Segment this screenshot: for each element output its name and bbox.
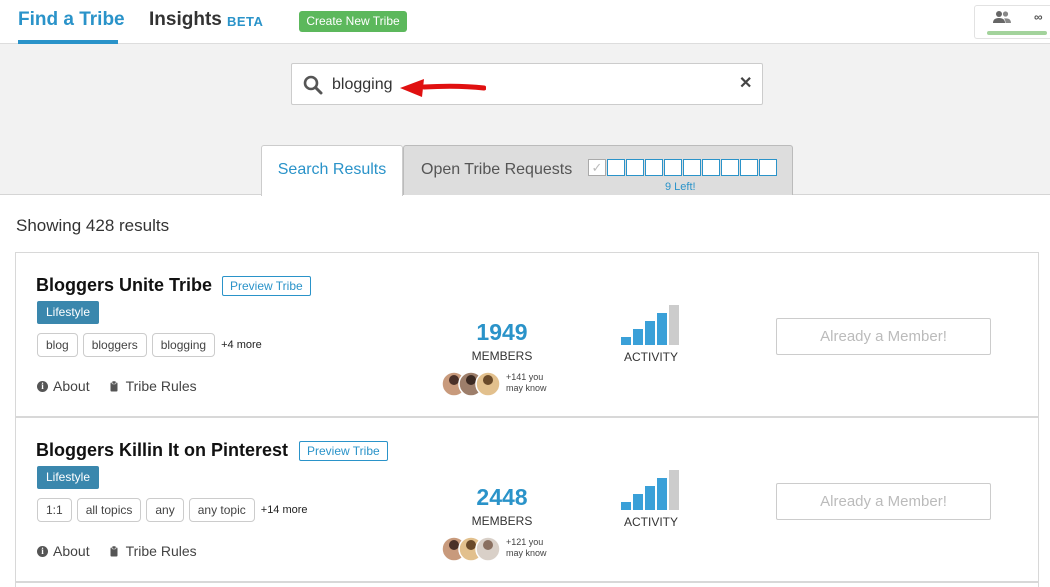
results-count: Showing 428 results [16,216,170,235]
request-slots: ✓ [588,159,778,176]
tag[interactable]: bloggers [82,333,147,357]
activity-bar-active [657,313,667,345]
about-link[interactable]: i About [37,543,90,559]
close-icon[interactable]: ✕ [739,73,752,93]
tag[interactable]: any topic [188,498,255,522]
tab-requests-label: Open Tribe Requests [421,161,573,178]
activity-bar-active [621,337,631,345]
tribe-name: Bloggers Unite Tribe [36,275,213,295]
activity-bars-icon [621,470,679,510]
tribe-links: i About Tribe Rules [37,378,217,394]
tribe-power-widget[interactable]: ∞ [974,5,1050,39]
activity-bars-icon [621,305,679,345]
tag[interactable]: 1:1 [37,498,72,522]
tag-list: 1:1 all topics any any topic +14 more [37,498,308,522]
request-slot-used: ✓ [588,159,606,176]
mutual-members-text[interactable]: +141 you may know [506,372,547,394]
tribe-rules-link[interactable]: Tribe Rules [110,378,197,394]
tribe-rules-label: Tribe Rules [125,378,197,394]
search-input[interactable] [332,73,712,97]
active-tab-underline [18,40,118,44]
member-avatars [442,536,501,562]
group-icon [993,11,1011,23]
request-slot [702,159,720,176]
members-count: 2448 [476,484,528,510]
more-tags-link[interactable]: +14 more [261,504,308,516]
activity-bar-active [645,486,655,510]
tab-open-tribe-requests[interactable]: Open Tribe Requests ✓ 9 Left! [403,145,793,195]
clipboard-icon [110,380,118,391]
activity-bar-active [657,478,667,510]
top-nav-bar: Find a Tribe Insights BETA Create New Tr… [0,0,1050,44]
tribe-rules-link[interactable]: Tribe Rules [110,543,197,559]
tag[interactable]: any [146,498,184,522]
request-slot [759,159,777,176]
nav-tab-insights[interactable]: Insights [149,9,222,31]
members-label: MEMBERS [471,514,533,528]
already-member-button[interactable]: Already a Member! [776,483,991,520]
members-count: 1949 [476,319,528,345]
request-slot [683,159,701,176]
activity-bar-active [645,321,655,345]
activity-label: ACTIVITY [623,515,678,529]
activity-bar-active [621,502,631,510]
nav-tab-find-a-tribe[interactable]: Find a Tribe [18,9,125,31]
tribe-card: Bloggers Unite Tribe Preview Tribe Lifes… [15,252,1039,417]
request-slot [645,159,663,176]
tribe-name: Bloggers Killin It on Pinterest [36,440,289,460]
category-badge[interactable]: Lifestyle [37,301,100,324]
info-icon: i [37,545,48,557]
clipboard-icon [110,545,118,556]
tag-list: blog bloggers blogging +4 more [37,333,262,357]
activity-bar-inactive [669,470,679,510]
request-slot [607,159,625,176]
preview-tribe-button[interactable]: Preview Tribe [222,276,311,296]
activity-bar-active [633,494,643,510]
account-count: ∞ [1034,10,1043,24]
about-link[interactable]: i About [37,378,90,394]
request-slot [626,159,644,176]
activity-bar-inactive [669,305,679,345]
info-icon: i [37,380,48,392]
tag[interactable]: blog [37,333,78,357]
already-member-button[interactable]: Already a Member! [776,318,991,355]
member-avatars [442,371,501,397]
category-badge[interactable]: Lifestyle [37,466,100,489]
requests-left-text: 9 Left! [665,181,696,193]
tribe-links: i About Tribe Rules [37,543,217,559]
request-slot [721,159,739,176]
search-icon [303,75,323,95]
account-progress-bar [987,31,1047,35]
beta-badge: BETA [227,14,264,29]
mutual-members-text[interactable]: +121 you may know [506,537,547,559]
tribe-card [15,582,1039,587]
request-slot [740,159,758,176]
activity-bar-active [633,329,643,345]
members-label: MEMBERS [471,349,533,363]
create-new-tribe-button[interactable]: Create New Tribe [299,11,407,32]
tag[interactable]: all topics [76,498,142,522]
tab-search-results[interactable]: Search Results [261,145,403,196]
tribe-rules-label: Tribe Rules [125,543,197,559]
annotation-arrow [400,79,486,97]
activity-label: ACTIVITY [623,350,678,364]
request-slot [664,159,682,176]
more-tags-link[interactable]: +4 more [221,339,262,351]
search-bar: ✕ [291,63,763,105]
tag[interactable]: blogging [151,333,216,357]
about-label: About [53,543,90,559]
about-label: About [53,378,90,394]
preview-tribe-button[interactable]: Preview Tribe [299,441,388,461]
tribe-card: Bloggers Killin It on Pinterest Preview … [15,417,1039,582]
